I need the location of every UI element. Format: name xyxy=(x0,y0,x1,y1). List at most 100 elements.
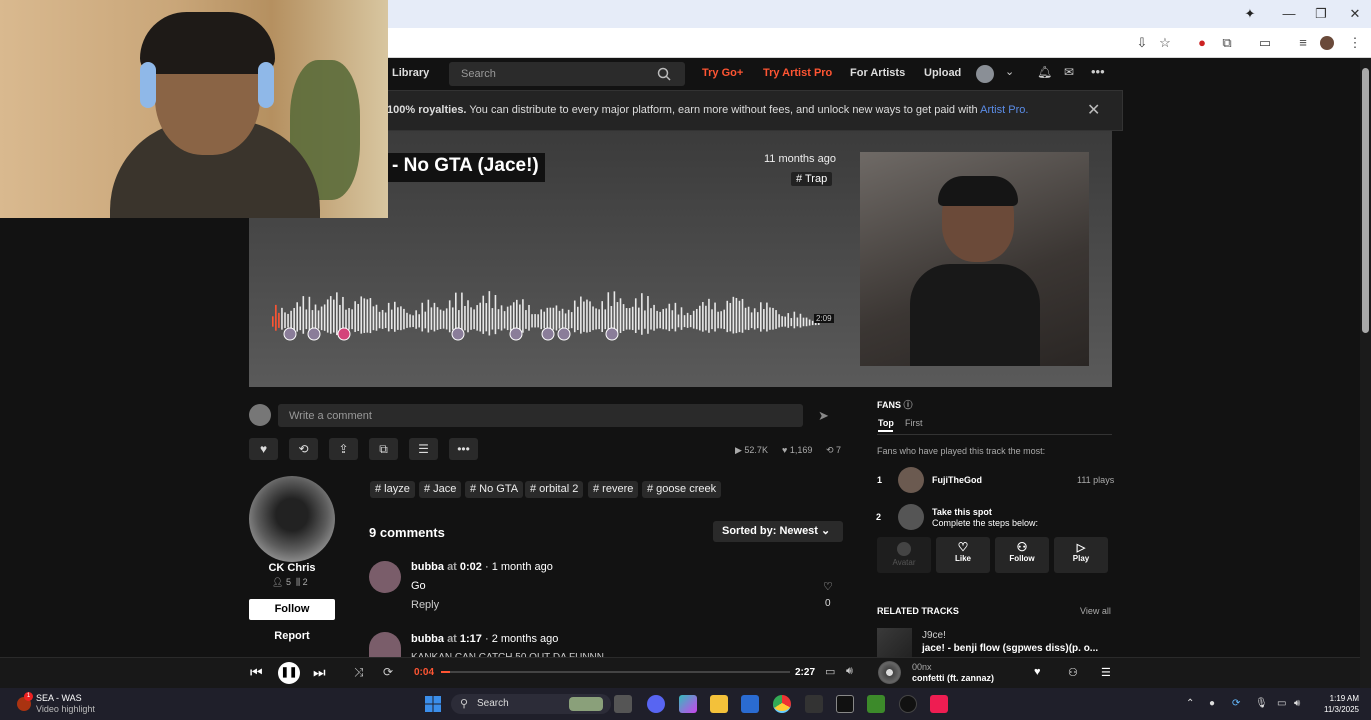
tag-layze[interactable]: # layze xyxy=(370,481,415,498)
timed-comment-avatar[interactable] xyxy=(509,327,523,341)
more-actions-button[interactable]: ••• xyxy=(449,438,478,460)
xbox-icon[interactable] xyxy=(867,695,885,713)
step-like-button[interactable]: ♡ Like xyxy=(936,537,990,573)
split-view-icon[interactable]: ▭ xyxy=(1255,33,1275,53)
scrollbar-thumb[interactable] xyxy=(1362,68,1369,333)
search-input[interactable]: Search xyxy=(449,62,685,86)
related-artist[interactable]: J9ce! xyxy=(922,630,946,641)
waveform[interactable] xyxy=(272,278,832,346)
now-playing-artist[interactable]: 00nx xyxy=(912,662,932,672)
tray-sync-icon[interactable]: ⟳ xyxy=(1232,698,1240,709)
store-icon[interactable] xyxy=(741,695,759,713)
tag-goose-creek[interactable]: # goose creek xyxy=(642,481,722,498)
obs-icon[interactable] xyxy=(899,695,917,713)
step-play-button[interactable]: ▷ Play xyxy=(1054,537,1108,573)
fan-name[interactable]: FujiTheGod xyxy=(932,475,982,485)
progress-bar[interactable] xyxy=(441,671,790,673)
timed-comment-avatar[interactable] xyxy=(451,327,465,341)
timed-comment-avatar[interactable] xyxy=(541,327,555,341)
step-follow-button[interactable]: ⚇ Follow xyxy=(995,537,1049,573)
notification-sub[interactable]: Video highlight xyxy=(36,704,95,714)
view-all-link[interactable]: View all xyxy=(1080,606,1111,616)
bell-icon[interactable]: 🔔︎ xyxy=(1037,65,1052,79)
taskbar-search[interactable]: ⚲ Search xyxy=(451,694,611,714)
search-icon[interactable] xyxy=(657,67,671,81)
tiktok-icon[interactable] xyxy=(930,695,948,713)
more-icon[interactable]: ••• xyxy=(1091,64,1105,79)
microphone-icon[interactable]: 🎙︎ xyxy=(1255,698,1268,709)
add-to-playlist-button[interactable]: ☰ xyxy=(409,438,438,460)
comment-like-icon[interactable]: ♡ xyxy=(823,580,833,593)
tag-no-gta[interactable]: # No GTA xyxy=(465,481,524,498)
cast-icon[interactable]: ▭ xyxy=(825,665,835,678)
tag-orbital-2[interactable]: # orbital 2 xyxy=(525,481,584,498)
nav-upload[interactable]: Upload xyxy=(924,67,961,79)
task-view-icon[interactable] xyxy=(614,695,632,713)
copy-link-button[interactable]: ⧉ xyxy=(369,438,398,460)
next-icon[interactable]: ⏭ xyxy=(313,664,326,681)
minimize-button[interactable]: — xyxy=(1278,4,1300,24)
volume-icon[interactable]: 🔊︎ xyxy=(846,665,853,678)
close-icon[interactable]: ✕ xyxy=(1087,100,1100,120)
nav-try-go[interactable]: Try Go+ xyxy=(702,67,743,79)
heart-icon[interactable]: ♥ xyxy=(1034,666,1041,678)
fan-avatar[interactable] xyxy=(898,467,924,493)
nav-try-artist-pro[interactable]: Try Artist Pro xyxy=(763,67,832,79)
repeat-icon[interactable]: ⟳ xyxy=(383,665,393,679)
restore-button[interactable]: ❐ xyxy=(1310,4,1332,24)
previous-icon[interactable]: ⏮ xyxy=(250,664,263,681)
epic-games-icon[interactable] xyxy=(836,695,854,713)
tray-chevron-icon[interactable]: ⌃ xyxy=(1186,698,1194,709)
related-title[interactable]: jace! - benji flow (sgpwes diss)(p. o... xyxy=(922,643,1098,654)
close-window-button[interactable]: ✕ xyxy=(1344,4,1366,24)
chrome-icon[interactable] xyxy=(773,695,791,713)
follow-icon[interactable]: ⚇ xyxy=(1068,666,1078,679)
comment-input[interactable]: Write a comment xyxy=(278,404,803,427)
clock[interactable]: 1:19 AM 11/3/2025 xyxy=(1315,693,1359,715)
install-icon[interactable]: ⇩ xyxy=(1132,33,1152,53)
follow-button[interactable]: Follow xyxy=(249,599,335,620)
commenter-avatar[interactable] xyxy=(369,561,401,593)
sparkle-icon[interactable]: ✦ xyxy=(1239,4,1261,24)
kebab-menu-icon[interactable]: ⋮ xyxy=(1345,33,1365,53)
report-button[interactable]: Report xyxy=(249,630,335,642)
timed-comment-avatar[interactable] xyxy=(557,327,571,341)
genre-tag[interactable]: # Trap xyxy=(791,172,833,186)
like-button[interactable]: ♥ xyxy=(249,438,278,460)
tag-jace[interactable]: # Jace xyxy=(419,481,462,498)
media-icon[interactable]: ≡ xyxy=(1293,33,1313,53)
user-avatar[interactable] xyxy=(976,65,994,83)
windows-start-icon[interactable] xyxy=(425,696,441,712)
notification-title[interactable]: SEA - WAS xyxy=(36,693,82,703)
commenter-avatar[interactable] xyxy=(369,632,401,657)
copilot-icon[interactable] xyxy=(679,695,697,713)
tag-revere[interactable]: # revere xyxy=(588,481,639,498)
fans-tab-first[interactable]: First xyxy=(905,418,923,428)
profile-avatar[interactable] xyxy=(1320,36,1334,50)
tray-app-icon[interactable]: ● xyxy=(1209,698,1215,709)
timed-comment-avatar[interactable] xyxy=(283,327,297,341)
speaker-icon[interactable]: 🔊︎ xyxy=(1294,698,1300,709)
timed-comment-avatar[interactable] xyxy=(337,327,351,341)
artist-pro-link[interactable]: Artist Pro. xyxy=(980,104,1028,116)
nav-for-artists[interactable]: For Artists xyxy=(850,67,905,79)
artist-name[interactable]: CK Chris xyxy=(249,562,335,574)
bookmark-star-icon[interactable]: ☆ xyxy=(1155,33,1175,53)
repost-button[interactable]: ⟲ xyxy=(289,438,318,460)
related-artwork[interactable] xyxy=(877,628,912,657)
artist-avatar[interactable] xyxy=(249,476,335,562)
mail-icon[interactable]: ✉ xyxy=(1064,65,1074,79)
reply-button[interactable]: Reply xyxy=(411,599,439,611)
queue-icon[interactable]: ☰ xyxy=(1101,666,1111,679)
file-explorer-icon[interactable] xyxy=(710,695,728,713)
timed-comment-avatar[interactable] xyxy=(307,327,321,341)
network-icon[interactable]: ▭ xyxy=(1277,698,1286,709)
now-playing-artwork[interactable] xyxy=(878,661,901,684)
share-button[interactable]: ⇪ xyxy=(329,438,358,460)
discord-icon[interactable] xyxy=(647,695,665,713)
timed-comment-avatar[interactable] xyxy=(605,327,619,341)
fans-tab-top[interactable]: Top xyxy=(878,418,894,428)
puzzle-icon[interactable]: ⧉ xyxy=(1217,33,1237,53)
scrollbar[interactable] xyxy=(1360,58,1371,688)
extension-icon[interactable]: ● xyxy=(1192,33,1212,53)
